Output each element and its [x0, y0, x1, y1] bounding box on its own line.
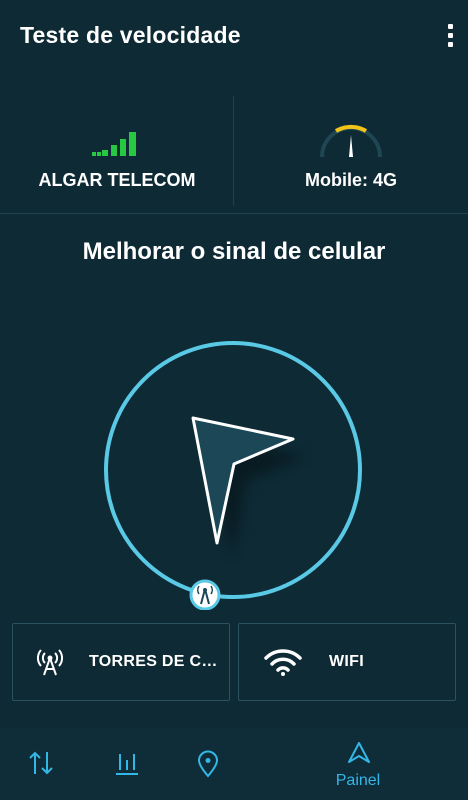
- app-title: Teste de velocidade: [20, 22, 241, 48]
- nav-speed-test[interactable]: [20, 728, 64, 800]
- navigation-arrow-icon: [348, 742, 370, 763]
- wifi-label: WIFI: [329, 653, 364, 670]
- cell-towers-label: TORRES DE CELULAR: [89, 653, 221, 670]
- nav-statistics[interactable]: [104, 728, 148, 800]
- transfer-arrows-icon: [29, 751, 53, 775]
- cell-tower-icon: [37, 649, 63, 676]
- signal-compass: [104, 341, 362, 610]
- carrier-name: ALGAR TELECOM: [38, 170, 196, 190]
- tower-marker-icon: [189, 579, 221, 610]
- cell-towers-card[interactable]: TORRES DE CELULAR: [12, 623, 230, 701]
- menu-dot-icon: [448, 24, 453, 29]
- action-cards: TORRES DE CELULAR WIFI: [12, 623, 456, 701]
- connection-info: ALGAR TELECOM Mobile: 4G: [0, 88, 468, 214]
- bar-chart-icon: [116, 754, 138, 775]
- nav-dashboard-label: Painel: [335, 772, 381, 789]
- app-header: Teste de velocidade: [0, 0, 468, 80]
- wifi-icon: [264, 649, 302, 676]
- carrier-panel: ALGAR TELECOM: [0, 88, 234, 213]
- signal-bars-icon: [92, 132, 136, 156]
- bottom-navigation: Painel: [0, 728, 468, 800]
- menu-dot-icon: [448, 42, 453, 47]
- speedometer-icon: [320, 124, 382, 158]
- network-panel: Mobile: 4G: [234, 88, 468, 213]
- nav-dashboard[interactable]: Painel: [316, 728, 400, 800]
- network-type: Mobile: 4G: [304, 170, 397, 190]
- section-title: Melhorar o sinal de celular: [82, 238, 386, 265]
- location-pin-icon: [197, 750, 219, 778]
- menu-dot-icon: [448, 33, 453, 38]
- more-options-button[interactable]: [440, 22, 460, 52]
- nav-map[interactable]: [186, 728, 230, 800]
- wifi-card[interactable]: WIFI: [238, 623, 456, 701]
